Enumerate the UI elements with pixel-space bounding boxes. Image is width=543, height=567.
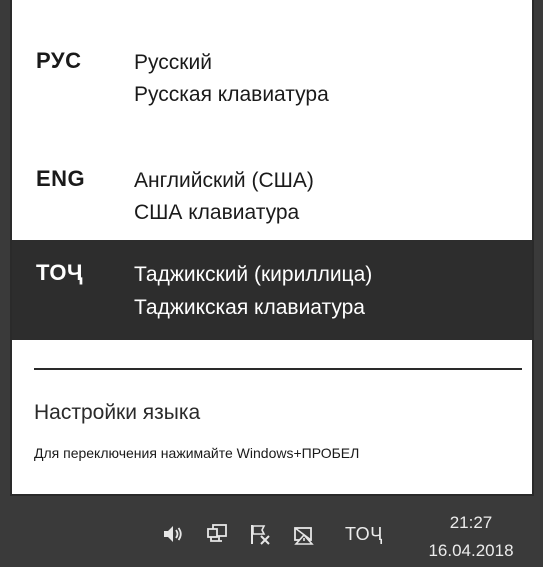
switch-hint-text: Для переключения нажимайте Windows+ПРОБЕ… [34, 445, 360, 461]
language-name: Русский [134, 51, 212, 74]
language-item-toj-selected[interactable]: ТОҶ Таджикский (кириллица) Таджикская кл… [12, 240, 532, 340]
network-icon[interactable] [205, 522, 229, 546]
action-center-flag-icon[interactable] [248, 522, 272, 546]
language-code: ENG [36, 166, 86, 191]
language-name: Английский (США) [134, 169, 314, 192]
clock-date: 16.04.2018 [428, 541, 514, 560]
language-code: ТОҶ [36, 260, 83, 285]
language-name: Таджикский (кириллица) [134, 263, 373, 286]
language-settings-link[interactable]: Настройки языка [34, 401, 200, 425]
keyboard-layout-name: США клавиатура [134, 201, 300, 224]
divider [34, 368, 522, 370]
power-icon[interactable] [292, 522, 316, 546]
taskbar: ТОҶ 21:27 16.04.2018 [0, 500, 543, 567]
language-flyout: РУС Русский Русская клавиатура ENG Англи… [10, 0, 534, 496]
clock-time: 21:27 [449, 513, 493, 532]
volume-icon[interactable] [160, 522, 184, 546]
keyboard-layout-name: Русская клавиатура [134, 83, 329, 106]
clock[interactable]: 21:27 16.04.2018 [412, 512, 530, 562]
input-language-indicator[interactable]: ТОҶ [345, 524, 383, 545]
screen: РУС Русский Русская клавиатура ENG Англи… [0, 0, 543, 567]
language-item-eng[interactable]: ENG Английский (США) США клавиатура [12, 120, 532, 226]
keyboard-layout-name: Таджикская клавиатура [134, 296, 365, 319]
language-item-rus[interactable]: РУС Русский Русская клавиатура [12, 0, 532, 106]
language-code: РУС [36, 48, 82, 73]
